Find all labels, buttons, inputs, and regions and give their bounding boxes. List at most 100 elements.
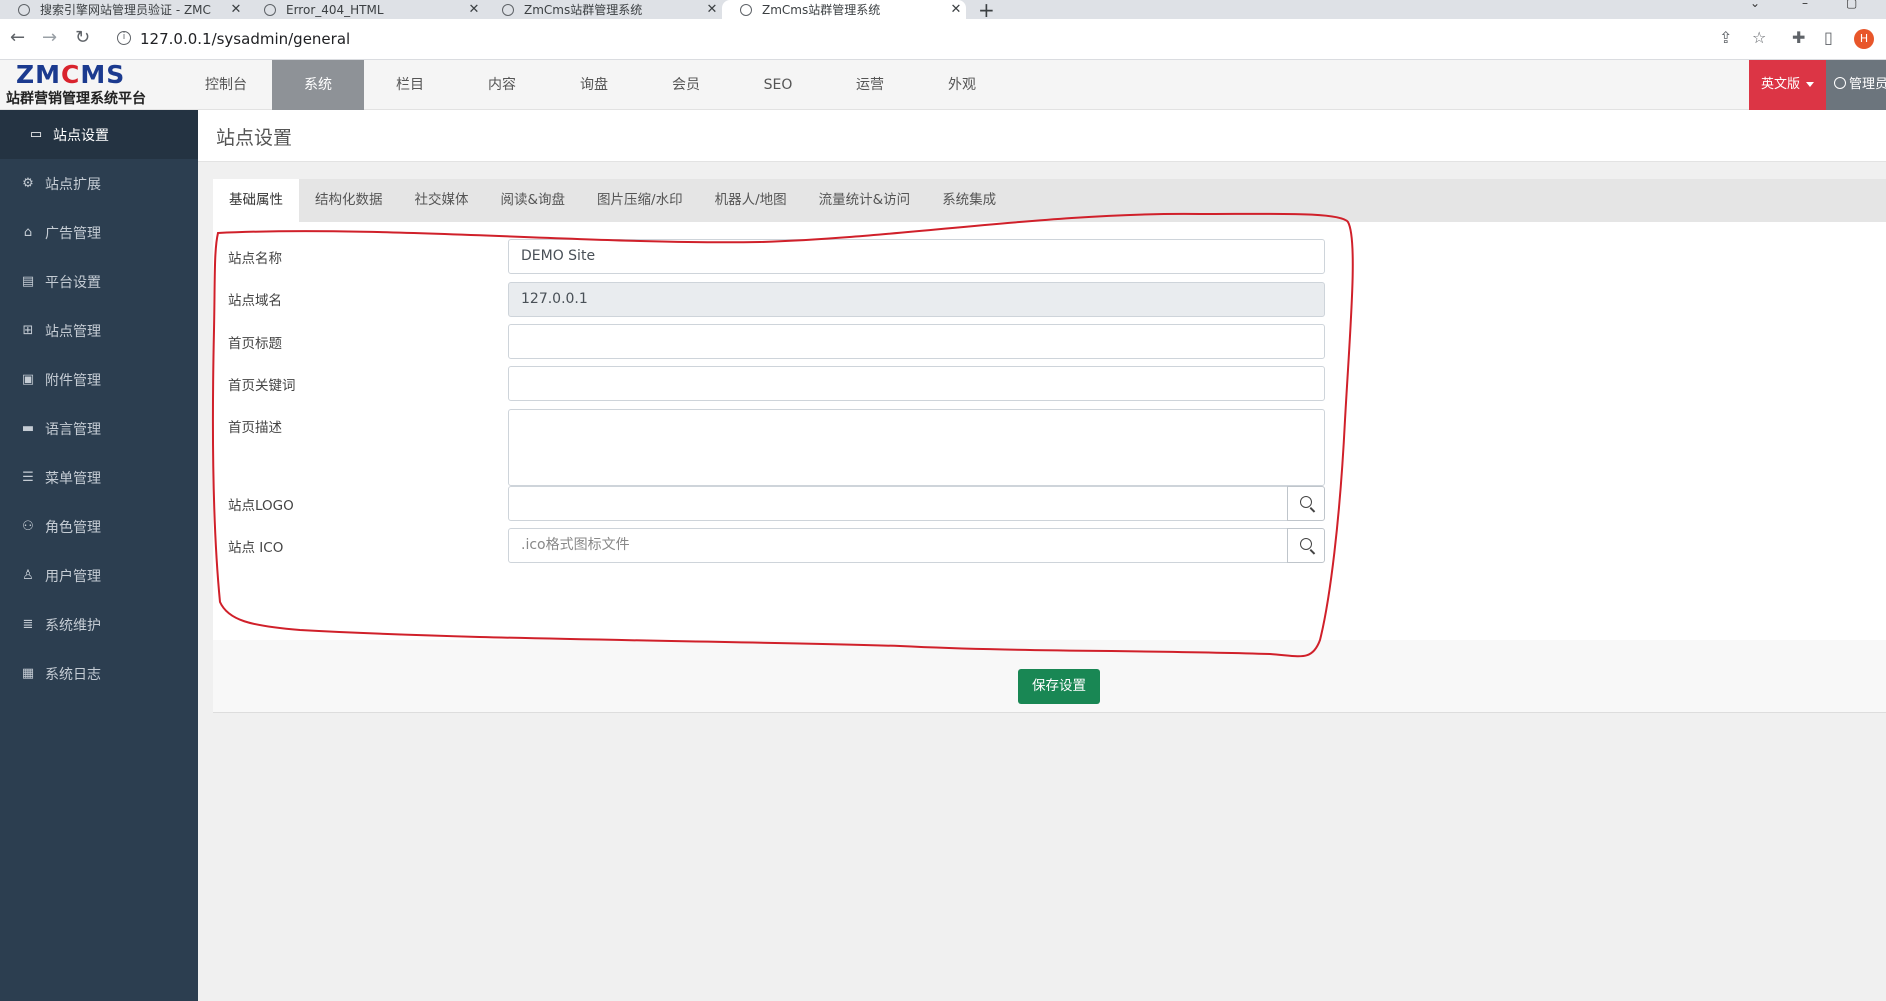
- sidebar-item-languages[interactable]: ▬ 语言管理: [0, 404, 198, 453]
- top-nav-item-seo[interactable]: SEO: [732, 60, 824, 110]
- top-nav-item-appearance[interactable]: 外观: [916, 60, 1008, 110]
- user-circle-icon: [1834, 77, 1846, 89]
- sidebar-item-label: 站点扩展: [45, 176, 101, 193]
- restore-icon[interactable]: ▢: [1846, 0, 1857, 10]
- caret-down-icon: [1806, 82, 1814, 87]
- sidebar-item-label: 站点管理: [45, 323, 101, 340]
- admin-label: 管理员: [1849, 77, 1886, 92]
- tab-structured-data[interactable]: 结构化数据: [299, 179, 399, 222]
- star-icon[interactable]: ☆: [1752, 28, 1766, 47]
- logo-browse-button[interactable]: [1287, 486, 1325, 521]
- tab-reading-inquiry[interactable]: 阅读&询盘: [485, 179, 582, 222]
- app-header: ZMCMS 站群营销管理系统平台 控制台 系统 栏目 内容 询盘 会员 SEO …: [0, 60, 1886, 110]
- sidebar-item-label: 语言管理: [45, 421, 101, 438]
- site-name-input[interactable]: DEMO Site: [508, 239, 1325, 274]
- sidebar-item-platform-settings[interactable]: ▤ 平台设置: [0, 257, 198, 306]
- close-icon[interactable]: ✕: [226, 2, 246, 17]
- top-nav-item-inquiry[interactable]: 询盘: [548, 60, 640, 110]
- top-nav-item-system[interactable]: 系统: [272, 60, 364, 110]
- ico-browse-button[interactable]: [1287, 528, 1325, 563]
- top-nav-item-dashboard[interactable]: 控制台: [180, 60, 272, 110]
- top-nav: 控制台 系统 栏目 内容 询盘 会员 SEO 运营 外观: [180, 60, 1008, 110]
- browser-tab[interactable]: 搜索引擎网站管理员验证 - ZMC ✕: [0, 0, 246, 19]
- tab-basic[interactable]: 基础属性: [213, 179, 299, 222]
- sidebar-item-logs[interactable]: ▦ 系统日志: [0, 649, 198, 698]
- tab-image-compression[interactable]: 图片压缩/水印: [581, 179, 699, 222]
- home-description-textarea[interactable]: [508, 409, 1325, 486]
- page-title: 站点设置: [216, 127, 293, 149]
- translate-icon: ▬: [21, 421, 35, 436]
- admin-menu[interactable]: 管理员: [1826, 60, 1886, 110]
- calendar-icon: ▦: [21, 666, 35, 681]
- home-title-input[interactable]: [508, 324, 1325, 359]
- sidebar-item-site-management[interactable]: ⊞ 站点管理: [0, 306, 198, 355]
- browser-tab-title: 搜索引擎网站管理员验证 - ZMC: [40, 3, 211, 17]
- sidebar-item-menus[interactable]: ☰ 菜单管理: [0, 453, 198, 502]
- sidebar-item-label: 站点设置: [53, 127, 109, 144]
- logo-text: ZM: [16, 60, 62, 89]
- tab-traffic-stats[interactable]: 流量统计&访问: [803, 179, 927, 222]
- minimize-icon[interactable]: –: [1802, 0, 1808, 10]
- sidebar-item-site-settings[interactable]: ▭ 站点设置: [0, 110, 198, 159]
- archive-icon: ▣: [21, 372, 35, 387]
- sidebar-item-roles[interactable]: ⚇ 角色管理: [0, 502, 198, 551]
- sidebar-item-site-extensions[interactable]: ⚙ 站点扩展: [0, 159, 198, 208]
- site-logo-input[interactable]: [508, 486, 1288, 521]
- sidebar-item-label: 系统维护: [45, 617, 101, 634]
- back-arrow-icon[interactable]: ←: [10, 27, 25, 48]
- people-icon: ⚇: [22, 519, 34, 534]
- language-label: 英文版: [1760, 77, 1800, 92]
- forward-arrow-icon[interactable]: →: [42, 27, 57, 48]
- home-keywords-label: 首页关键词: [228, 378, 296, 394]
- top-nav-item-content[interactable]: 内容: [456, 60, 548, 110]
- tab-system-integration[interactable]: 系统集成: [926, 179, 1012, 222]
- tab-social-media[interactable]: 社交媒体: [399, 179, 485, 222]
- home-keywords-input[interactable]: [508, 366, 1325, 401]
- browser-tab-title: ZmCms站群管理系统: [524, 3, 643, 17]
- top-nav-item-members[interactable]: 会员: [640, 60, 732, 110]
- browser-tab-title: ZmCms站群管理系统: [762, 3, 881, 17]
- logo[interactable]: ZMCMS: [16, 62, 125, 88]
- share-icon[interactable]: ⇪: [1719, 28, 1732, 47]
- url-field[interactable]: 127.0.0.1/sysadmin/general: [140, 30, 350, 48]
- site-logo-label: 站点LOGO: [228, 498, 294, 514]
- close-icon[interactable]: ✕: [464, 2, 484, 17]
- top-nav-item-operations[interactable]: 运营: [824, 60, 916, 110]
- save-settings-button[interactable]: 保存设置: [1018, 669, 1100, 704]
- profile-avatar[interactable]: H: [1854, 29, 1874, 49]
- close-icon[interactable]: ✕: [946, 2, 966, 17]
- globe-icon: [740, 3, 752, 16]
- sidebar-item-ads[interactable]: ⌂ 广告管理: [0, 208, 198, 257]
- main-content: 站点设置 基础属性 结构化数据 社交媒体 阅读&询盘 图片压缩/水印 机器人/地…: [198, 110, 1886, 1001]
- extensions-icon[interactable]: ✚: [1792, 28, 1805, 47]
- language-dropdown[interactable]: 英文版: [1749, 60, 1826, 110]
- sidebar-item-attachments[interactable]: ▣ 附件管理: [0, 355, 198, 404]
- laptop-icon: ▭: [29, 127, 43, 142]
- sidepanel-icon[interactable]: ▯: [1824, 28, 1833, 47]
- basic-settings-form: 站点名称 DEMO Site 站点域名 127.0.0.1 首页标题 首页关键词…: [213, 222, 1886, 640]
- close-icon[interactable]: ✕: [702, 2, 722, 17]
- sidebar-item-label: 广告管理: [45, 225, 101, 242]
- browser-tab[interactable]: ZmCms站群管理系统 ✕: [484, 0, 722, 19]
- browser-tab[interactable]: Error_404_HTML ✕: [246, 0, 484, 19]
- sidebar-item-maintenance[interactable]: ≣ 系统维护: [0, 600, 198, 649]
- reload-icon[interactable]: ↻: [75, 27, 90, 48]
- page-header: 站点设置: [198, 110, 1886, 162]
- site-ico-input[interactable]: .ico格式图标文件: [508, 528, 1288, 563]
- home-title-label: 首页标题: [228, 336, 282, 352]
- chevron-down-icon[interactable]: ⌄: [1750, 0, 1760, 10]
- tab-robots-sitemap[interactable]: 机器人/地图: [699, 179, 803, 222]
- person-icon: ♙: [22, 568, 34, 583]
- bag-icon: ⌂: [23, 225, 33, 240]
- sidebar-item-users[interactable]: ♙ 用户管理: [0, 551, 198, 600]
- sidebar-item-label: 平台设置: [45, 274, 101, 291]
- sitemap-icon: ⊞: [22, 323, 34, 338]
- info-icon[interactable]: i: [117, 31, 131, 45]
- browser-tab-bar: 搜索引擎网站管理员验证 - ZMC ✕ Error_404_HTML ✕ ZmC…: [0, 0, 1886, 22]
- browser-tab-active[interactable]: ZmCms站群管理系统 ✕: [722, 0, 966, 19]
- top-nav-item-columns[interactable]: 栏目: [364, 60, 456, 110]
- sidebar-item-label: 用户管理: [45, 568, 101, 585]
- sidebar-item-label: 角色管理: [45, 519, 101, 536]
- site-domain-input: 127.0.0.1: [508, 282, 1325, 317]
- database-icon: ≣: [22, 617, 34, 632]
